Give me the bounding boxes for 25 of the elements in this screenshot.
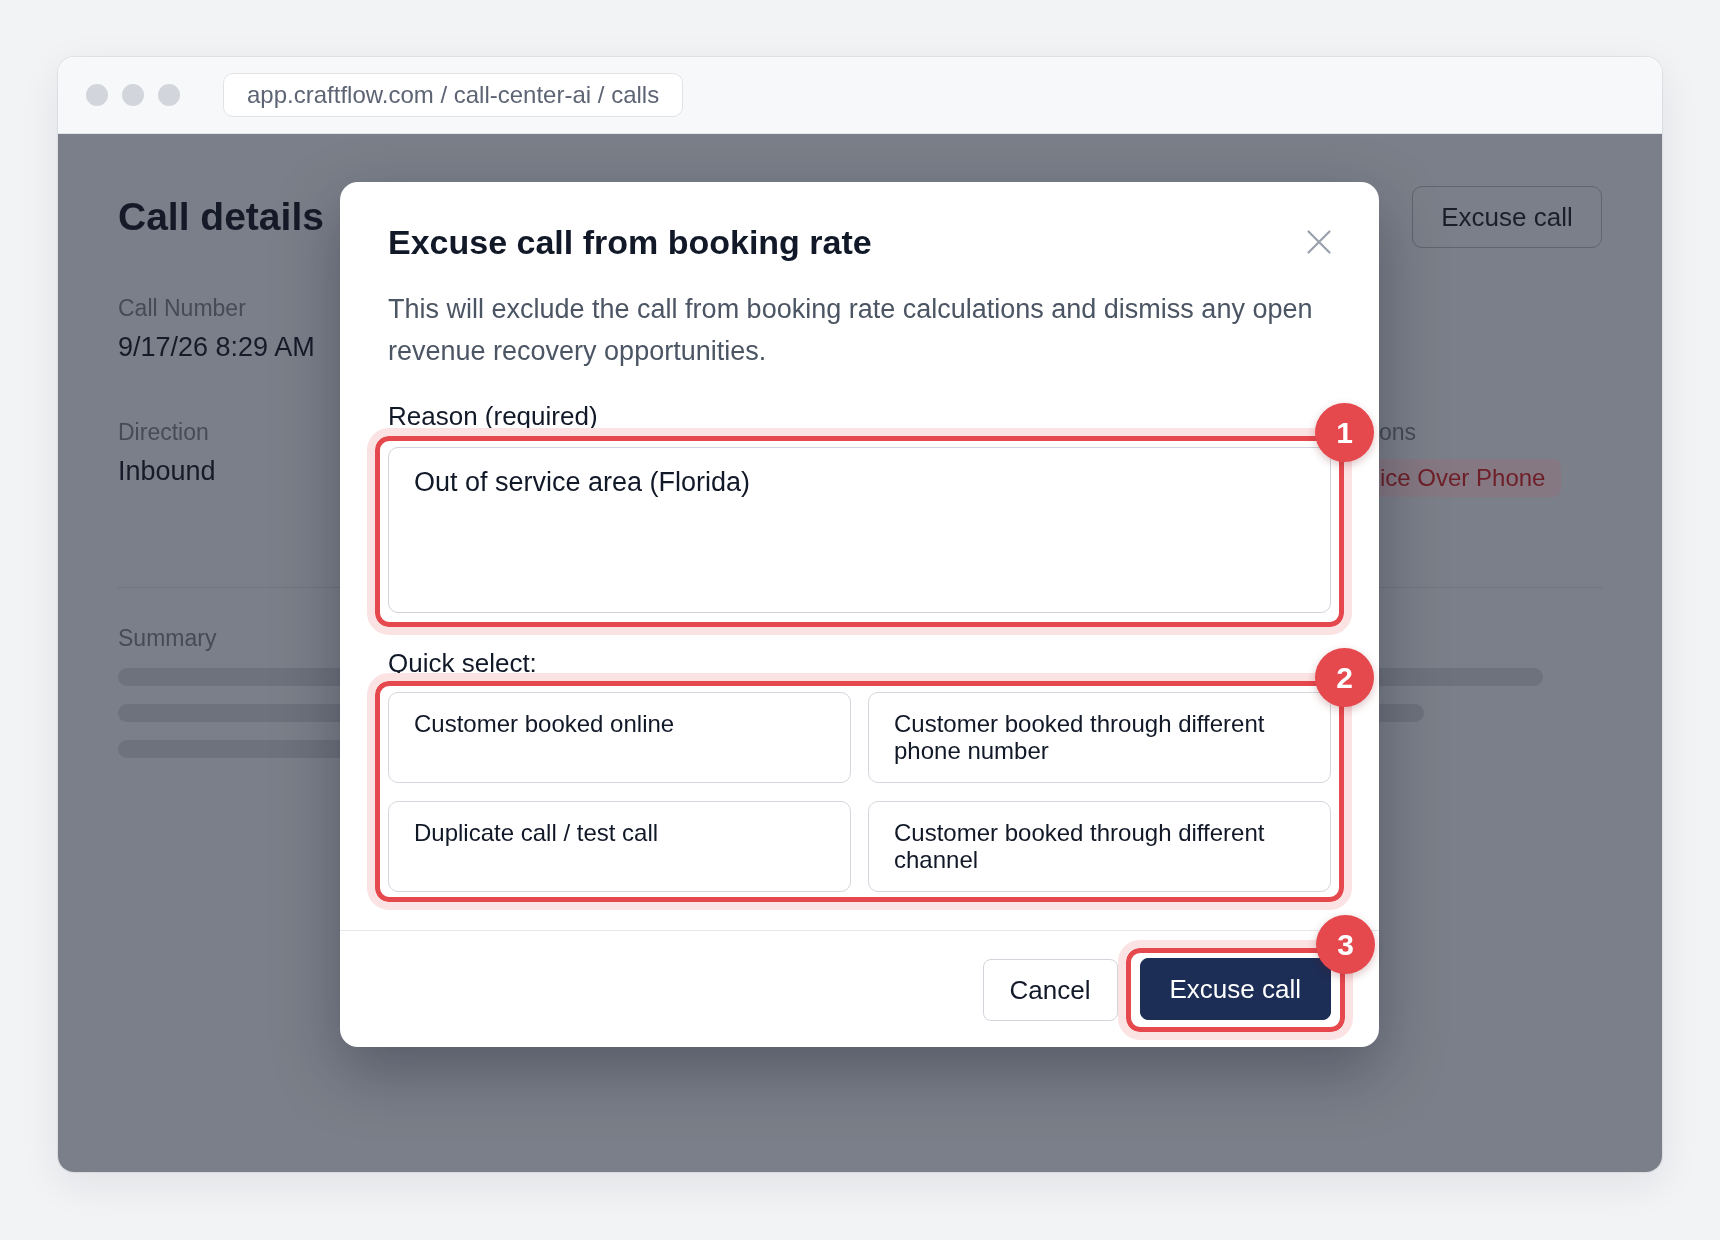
quick-select-option[interactable]: Duplicate call / test call — [388, 801, 851, 892]
placeholder-bar — [1379, 704, 1424, 722]
close-icon[interactable] — [1307, 230, 1331, 254]
window-control-icon[interactable] — [86, 84, 108, 106]
callout-badge: 3 — [1316, 915, 1375, 974]
field-value: Inbound — [118, 455, 216, 488]
field-label: Reason (required) — [388, 401, 598, 431]
window-control-icon[interactable] — [158, 84, 180, 106]
field-value: 9/17/26 8:29 AM — [118, 331, 315, 364]
window-control-icon[interactable] — [122, 84, 144, 106]
dialog-title: Excuse call from booking rate — [388, 222, 872, 262]
quick-select-option[interactable]: Customer booked online — [388, 692, 851, 783]
page-title: Call details — [118, 194, 324, 240]
section-label: Quick select: — [388, 648, 537, 678]
confirm-button[interactable]: Excuse call — [1139, 958, 1331, 1020]
status-tag: ice Over Phone — [1379, 459, 1562, 497]
quick-select-option[interactable]: Customer booked through different phone number — [868, 692, 1331, 783]
callout-badge: 2 — [1315, 648, 1374, 707]
excuse-call-button[interactable]: Excuse call — [1412, 186, 1602, 248]
callout-badge: 1 — [1315, 403, 1374, 462]
quick-select-option[interactable]: Customer booked through different channel — [868, 801, 1331, 892]
address-bar[interactable]: app.craftflow.com / call-center-ai / calls — [223, 73, 684, 117]
reason-field[interactable]: Out of service area (Florida) — [388, 447, 1331, 613]
cancel-button[interactable]: Cancel — [982, 959, 1118, 1021]
dialog-description: This will exclude the call from booking rate calculations and dismiss any open revenue recovery opportunities. — [388, 293, 1314, 368]
